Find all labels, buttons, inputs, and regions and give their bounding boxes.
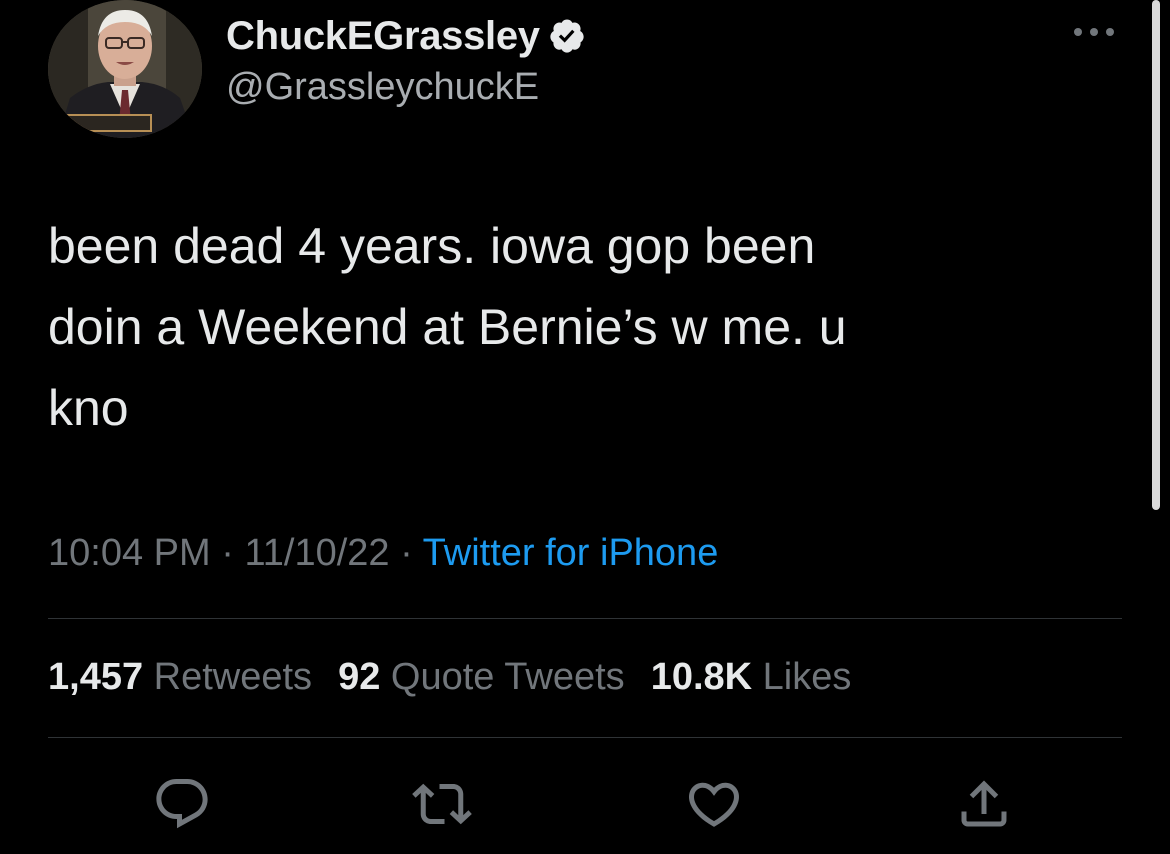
like-button[interactable] xyxy=(682,772,746,836)
avatar-photo xyxy=(48,0,202,138)
likes-stat[interactable]: 10.8K Likes xyxy=(651,656,852,698)
action-bar xyxy=(0,772,1170,836)
engagement-stats: 1,457 Retweets 92 Quote Tweets 10.8K Likes xyxy=(48,656,851,699)
more-horizontal-icon[interactable] xyxy=(1068,22,1120,42)
quote-tweets-stat[interactable]: 92 Quote Tweets xyxy=(338,656,625,698)
retweets-label: Retweets xyxy=(153,656,313,698)
tweet-detail: ChuckEGrassley @GrassleychuckE been dead… xyxy=(0,0,1170,854)
display-name[interactable]: ChuckEGrassley xyxy=(226,14,540,59)
retweet-button[interactable] xyxy=(410,772,474,836)
share-button[interactable] xyxy=(952,772,1016,836)
username-handle[interactable]: @GrassleychuckE xyxy=(226,66,539,109)
share-icon xyxy=(961,780,1007,827)
tweet-source-link[interactable]: Twitter for iPhone xyxy=(423,532,719,574)
meta-separator: · xyxy=(210,532,245,574)
name-row: ChuckEGrassley xyxy=(226,12,586,60)
divider xyxy=(48,737,1122,738)
tweet-date[interactable]: 11/10/22 xyxy=(244,532,389,574)
scrollbar[interactable] xyxy=(1152,0,1160,510)
avatar[interactable] xyxy=(48,0,202,138)
reply-button[interactable] xyxy=(150,772,214,836)
quote-tweets-count: 92 xyxy=(338,656,381,698)
meta-separator: · xyxy=(389,532,423,574)
divider xyxy=(48,618,1122,619)
verified-badge-icon xyxy=(548,17,586,55)
tweet-metadata: 10:04 PM · 11/10/22 · Twitter for iPhone xyxy=(48,532,718,575)
retweets-stat[interactable]: 1,457 Retweets xyxy=(48,656,312,698)
heart-icon xyxy=(688,782,740,827)
tweet-text: been dead 4 years. iowa gop been doin a … xyxy=(48,218,847,436)
likes-count: 10.8K xyxy=(650,656,753,698)
tweet-time[interactable]: 10:04 PM xyxy=(48,532,211,574)
quote-tweets-label: Quote Tweets xyxy=(390,656,625,698)
retweet-icon xyxy=(412,783,472,825)
reply-icon xyxy=(156,779,208,829)
retweets-count: 1,457 xyxy=(48,656,144,698)
likes-label: Likes xyxy=(762,656,852,698)
